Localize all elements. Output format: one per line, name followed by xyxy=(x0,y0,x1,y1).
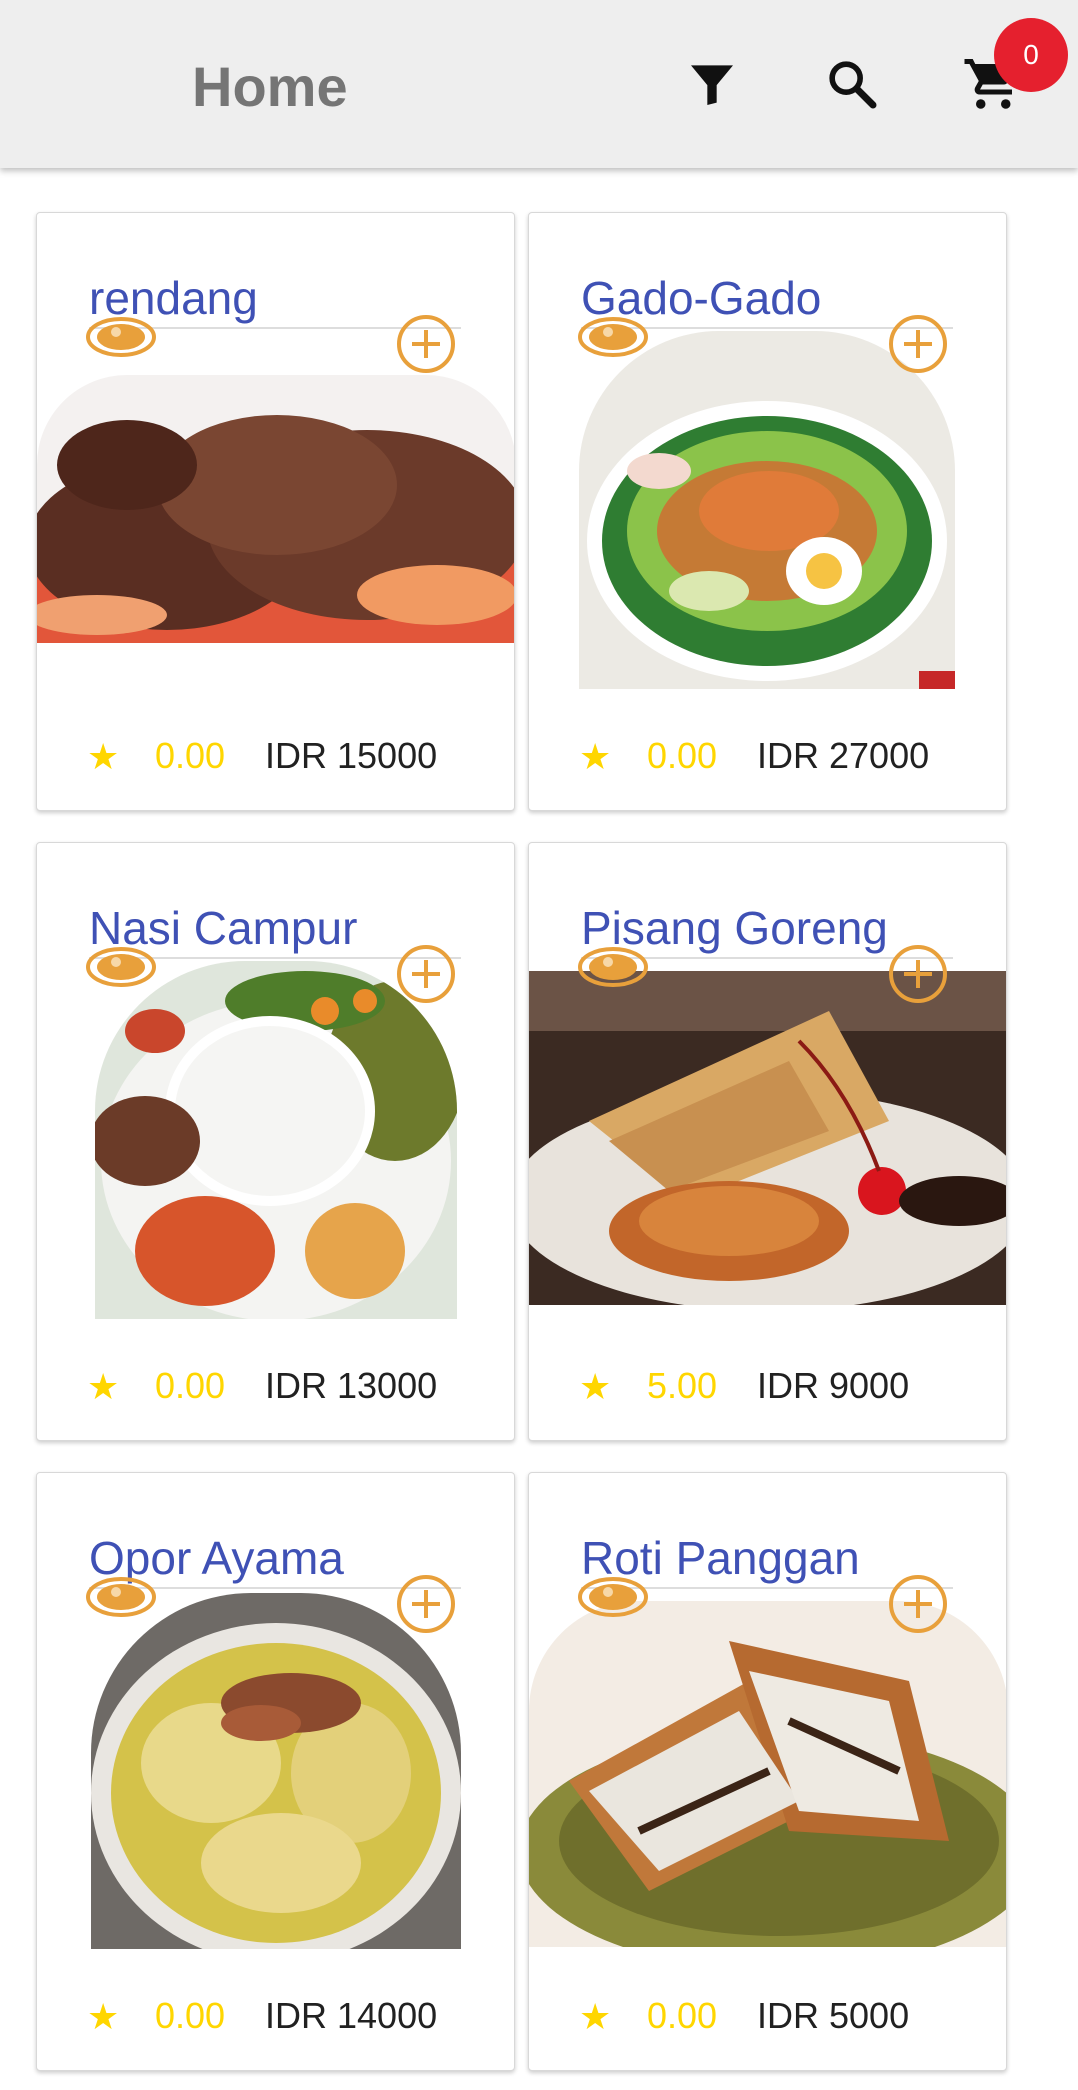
product-photo[interactable] xyxy=(579,331,955,689)
add-circle-icon xyxy=(397,315,455,373)
eye-icon xyxy=(86,1577,156,1617)
product-price: IDR 13000 xyxy=(265,1365,438,1406)
filter-button[interactable] xyxy=(672,44,752,124)
product-price: IDR 14000 xyxy=(265,1995,438,2036)
page-title: Home xyxy=(192,55,348,118)
add-to-cart-button[interactable] xyxy=(395,1573,457,1635)
product-photo[interactable] xyxy=(529,1601,1006,1947)
product-rating: 5.00 xyxy=(647,1365,718,1406)
product-card[interactable]: Nasi Campur ★ 0.00 IDR 13000 xyxy=(36,842,515,1441)
star-icon: ★ xyxy=(87,1997,120,2038)
add-to-cart-button[interactable] xyxy=(395,943,457,1005)
star-icon: ★ xyxy=(579,737,612,778)
product-price: IDR 9000 xyxy=(757,1365,910,1406)
product-card[interactable]: Roti Panggan ★ 0.00 IDR 5000 xyxy=(528,1472,1007,2071)
product-rating: 0.00 xyxy=(647,735,718,776)
product-card[interactable]: Gado-Gado ★ 0.00 IDR 27000 xyxy=(528,212,1007,811)
view-detail-button[interactable] xyxy=(577,1571,649,1623)
product-photo[interactable] xyxy=(95,961,457,1319)
view-detail-button[interactable] xyxy=(85,941,157,993)
product-photo[interactable] xyxy=(91,1593,461,1949)
add-circle-icon xyxy=(889,945,947,1003)
app-bar: Home 0 xyxy=(0,0,1078,168)
product-photo[interactable] xyxy=(529,971,1006,1305)
add-to-cart-button[interactable] xyxy=(887,1573,949,1635)
product-card[interactable]: Opor Ayama ★ 0.00 IDR 14000 xyxy=(36,1472,515,2071)
star-icon: ★ xyxy=(579,1367,612,1408)
eye-icon xyxy=(578,1577,648,1617)
product-rating: 0.00 xyxy=(647,1995,718,2036)
product-price: IDR 15000 xyxy=(265,735,438,776)
product-card[interactable]: Pisang Goreng ★ 5.00 IDR 9000 xyxy=(528,842,1007,1441)
eye-icon xyxy=(578,317,648,357)
product-rating: 0.00 xyxy=(155,735,226,776)
eye-icon xyxy=(86,947,156,987)
view-detail-button[interactable] xyxy=(577,311,649,363)
add-circle-icon xyxy=(397,945,455,1003)
search-icon xyxy=(829,61,877,109)
star-icon: ★ xyxy=(579,1997,612,2038)
product-rating: 0.00 xyxy=(155,1995,226,2036)
add-to-cart-button[interactable] xyxy=(887,313,949,375)
product-photo[interactable] xyxy=(37,375,514,643)
search-button[interactable] xyxy=(812,44,892,124)
product-card[interactable]: rendang ★ 0.00 IDR 15000 xyxy=(36,212,515,811)
product-rating: 0.00 xyxy=(155,1365,226,1406)
star-icon: ★ xyxy=(87,737,120,778)
eye-icon xyxy=(86,317,156,357)
view-detail-button[interactable] xyxy=(85,1571,157,1623)
view-detail-button[interactable] xyxy=(577,941,649,993)
product-price: IDR 5000 xyxy=(757,1995,910,2036)
add-circle-icon xyxy=(889,315,947,373)
add-to-cart-button[interactable] xyxy=(395,313,457,375)
filter-icon xyxy=(691,65,733,105)
cart-count-badge: 0 xyxy=(994,18,1068,92)
add-circle-icon xyxy=(397,1575,455,1633)
view-detail-button[interactable] xyxy=(85,311,157,363)
add-circle-icon xyxy=(889,1575,947,1633)
product-price: IDR 27000 xyxy=(757,735,930,776)
star-icon: ★ xyxy=(87,1367,120,1408)
add-to-cart-button[interactable] xyxy=(887,943,949,1005)
eye-icon xyxy=(578,947,648,987)
